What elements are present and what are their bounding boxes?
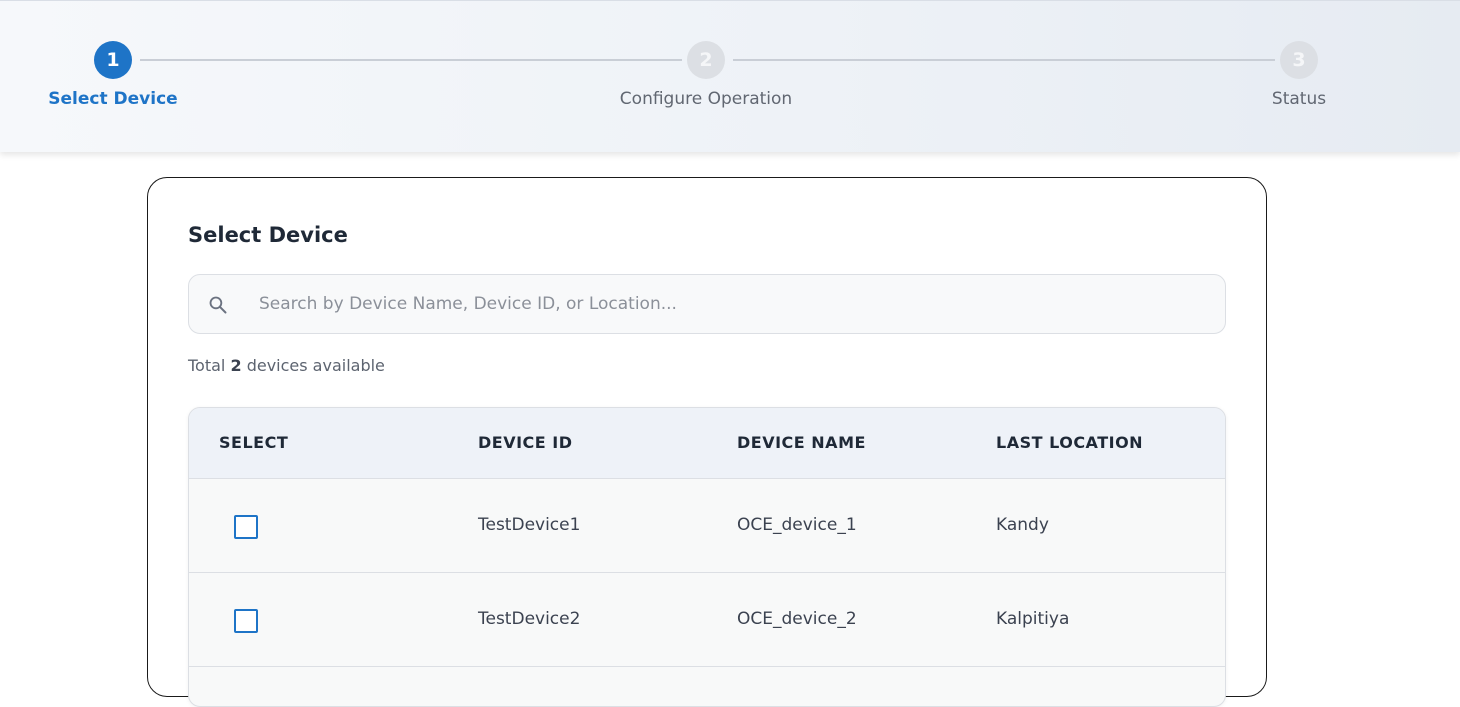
table-row[interactable]: TestDevice1 OCE_device_1 Kandy xyxy=(189,479,1225,573)
step-number-badge: 3 xyxy=(1280,41,1318,79)
device-id-cell: TestDevice1 xyxy=(478,515,581,535)
step-status[interactable]: 3 Status xyxy=(1179,41,1419,109)
row-select-checkbox[interactable] xyxy=(234,515,258,539)
column-header-device-id: DEVICE ID xyxy=(478,433,573,452)
card-title: Select Device xyxy=(188,223,348,247)
total-suffix: devices available xyxy=(246,356,385,375)
last-location-cell: Kalpitiya xyxy=(996,609,1070,629)
search-box xyxy=(188,274,1226,334)
step-configure-operation[interactable]: 2 Configure Operation xyxy=(586,41,826,109)
search-icon xyxy=(209,296,227,314)
search-input[interactable] xyxy=(259,275,1199,333)
column-header-device-name: DEVICE NAME xyxy=(737,433,866,452)
device-count-summary: Total 2 devices available xyxy=(188,356,385,375)
table-row[interactable]: TestDevice2 OCE_device_2 Kalpitiya xyxy=(189,573,1225,667)
column-header-select: SELECT xyxy=(219,433,289,452)
step-number-badge: 1 xyxy=(94,41,132,79)
device-id-cell: TestDevice2 xyxy=(478,609,581,629)
device-table: SELECT DEVICE ID DEVICE NAME LAST LOCATI… xyxy=(188,407,1226,707)
table-header: SELECT DEVICE ID DEVICE NAME LAST LOCATI… xyxy=(189,408,1225,479)
step-select-device[interactable]: 1 Select Device xyxy=(0,41,233,109)
device-count: 2 xyxy=(230,356,242,375)
device-selection-card: Select Device Total 2 devices available … xyxy=(147,177,1267,707)
total-prefix: Total xyxy=(188,356,226,375)
last-location-cell: Kandy xyxy=(996,515,1049,535)
step-label: Status xyxy=(1271,89,1327,109)
step-label: Configure Operation xyxy=(619,89,793,109)
column-header-last-location: LAST LOCATION xyxy=(996,433,1144,452)
device-name-cell: OCE_device_2 xyxy=(737,609,857,629)
device-name-cell: OCE_device_1 xyxy=(737,515,857,535)
step-number-badge: 2 xyxy=(687,41,725,79)
step-label: Select Device xyxy=(48,89,178,109)
row-select-checkbox[interactable] xyxy=(234,609,258,633)
stepper: 1 Select Device 2 Configure Operation 3 … xyxy=(0,0,1460,152)
